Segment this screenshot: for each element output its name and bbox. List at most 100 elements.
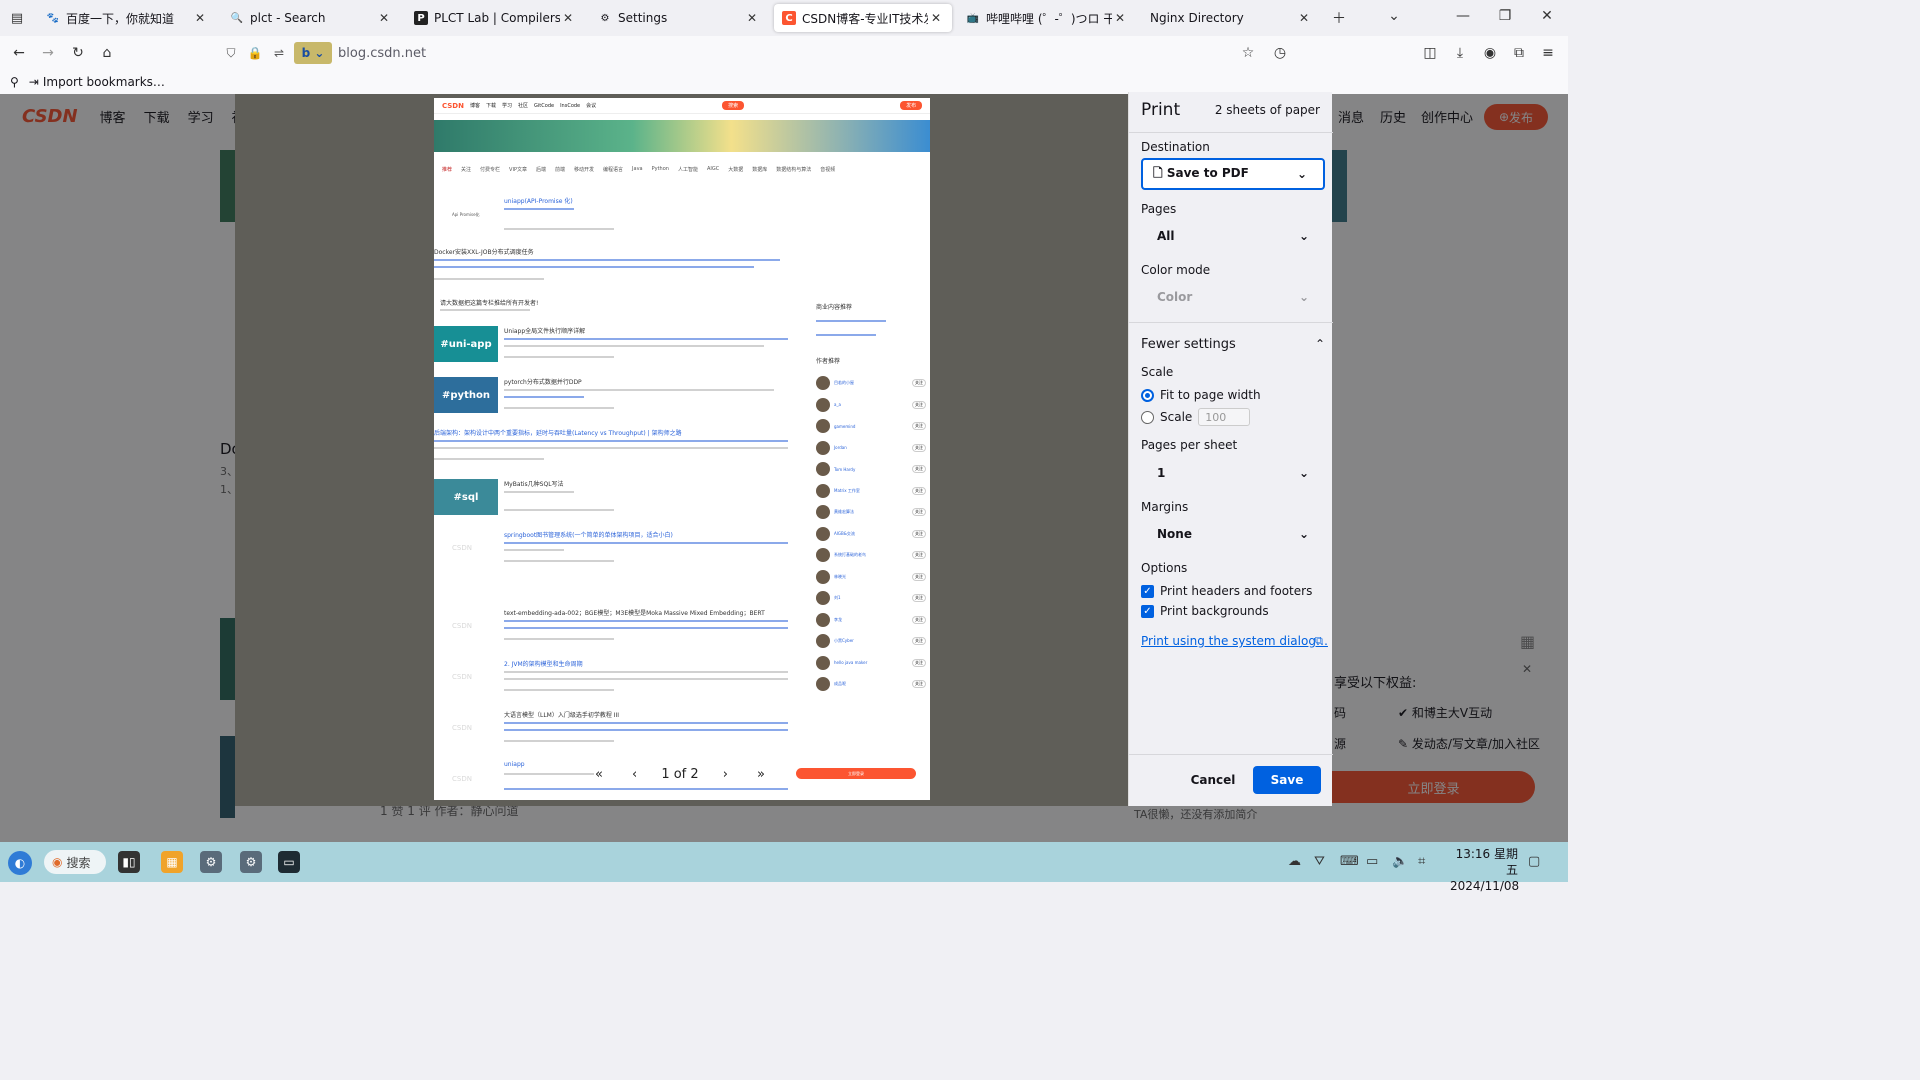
mini-author-row: Jordan 关注 <box>816 439 926 457</box>
avatar <box>816 655 830 670</box>
start-menu-icon[interactable]: ◐ <box>8 851 32 875</box>
multitask-view-icon[interactable]: ▮▯ <box>118 851 140 873</box>
close-icon[interactable]: ✕ <box>928 11 944 25</box>
radio-selected[interactable] <box>1141 388 1154 402</box>
margins-select[interactable]: None ⌄ <box>1141 518 1325 550</box>
mini-text-line <box>504 542 788 544</box>
destination-select[interactable]: 🗋 Save to PDF ⌄ <box>1141 158 1325 190</box>
mini-thumbnail: #python <box>434 377 498 413</box>
network-icon[interactable]: ⛛ <box>1314 854 1325 869</box>
pages-select[interactable]: All ⌄ <box>1141 220 1325 252</box>
keyboard-icon[interactable]: ⌨ <box>1340 854 1359 869</box>
next-page-icon[interactable]: › <box>716 767 734 782</box>
avatar <box>816 440 830 455</box>
tab-bilibili[interactable]: 📺 哔哩哔哩 (゜-゜)つロ 干杯~-bilibili ✕ <box>958 4 1136 32</box>
mini-follow-button: 关注 <box>912 594 926 602</box>
fit-to-width-option[interactable]: Fit to page width <box>1141 388 1261 402</box>
download-icon[interactable]: ⤓ <box>1450 43 1470 63</box>
import-bookmarks-link[interactable]: Import bookmarks… <box>43 75 165 89</box>
terminal-icon[interactable]: ▭ <box>278 851 300 873</box>
cancel-button[interactable]: Cancel <box>1189 766 1237 794</box>
home-icon[interactable]: ⌂ <box>97 43 117 63</box>
tab-csdn[interactable]: C CSDN博客-专业IT技术发表平台 ✕ <box>774 4 952 32</box>
tab-title: 哔哩哔哩 (゜-゜)つロ 干杯~-bilibili <box>986 11 1112 26</box>
previous-page-icon[interactable]: ‹ <box>626 767 644 782</box>
checkbox-checked[interactable]: ✓ <box>1141 604 1154 618</box>
pages-per-sheet-select[interactable]: 1 ⌄ <box>1141 457 1325 489</box>
menu-icon[interactable]: ≡ <box>1538 43 1558 63</box>
display-icon[interactable]: ▭ <box>1366 854 1378 869</box>
radio-unselected[interactable] <box>1141 410 1154 424</box>
color-mode-select[interactable]: Color ⌄ <box>1141 281 1325 313</box>
import-icon[interactable]: ⇥ <box>29 75 39 89</box>
file-manager-icon[interactable]: ▦ <box>161 851 183 873</box>
tab-nginx[interactable]: Nginx Directory ✕ <box>1142 4 1320 32</box>
chevron-up-icon[interactable]: ⌃ <box>1315 337 1325 351</box>
avatar <box>816 505 830 519</box>
mini-follow-button: 关注 <box>912 529 926 538</box>
chevron-down-icon[interactable]: ⌄ <box>1384 8 1404 28</box>
options-label: Options <box>1141 561 1188 575</box>
reload-icon[interactable]: ↻ <box>68 43 88 63</box>
tab-title: Nginx Directory <box>1150 11 1244 25</box>
window-close-icon[interactable]: ✕ <box>1537 8 1557 28</box>
forward-icon[interactable]: → <box>38 43 58 63</box>
mini-category: AIGC <box>706 166 720 172</box>
taskbar-search[interactable]: ◉ 搜索 <box>44 850 106 874</box>
back-icon[interactable]: ← <box>9 43 29 63</box>
account-icon[interactable]: ◉ <box>1480 43 1500 63</box>
lock-icon[interactable]: 🔒 <box>246 46 264 60</box>
pocket-icon[interactable]: ◫ <box>1420 43 1440 63</box>
minimize-icon[interactable]: — <box>1453 8 1473 28</box>
close-icon[interactable]: ✕ <box>744 11 760 25</box>
tab-settings[interactable]: ⚙ Settings ✕ <box>590 4 768 32</box>
gear-icon: ⚙ <box>600 12 610 24</box>
close-icon[interactable]: ✕ <box>1112 11 1128 25</box>
mini-author-name: 李龙 <box>834 616 842 622</box>
headers-footers-option[interactable]: ✓ Print headers and footers <box>1141 584 1312 598</box>
system-dialog-link[interactable]: Print using the system dialog… <box>1141 634 1328 648</box>
control-center-icon[interactable]: ⚙ <box>240 851 262 873</box>
new-tab-icon[interactable]: ＋ <box>1329 8 1349 28</box>
cloud-icon[interactable]: ☁ <box>1288 854 1301 869</box>
close-icon[interactable]: ✕ <box>376 11 392 25</box>
tab-plct[interactable]: P PLCT Lab | Compilers, Runtimes ✕ <box>406 4 584 32</box>
mini-category: Java <box>632 166 643 172</box>
notification-icon[interactable]: ▢ <box>1528 854 1540 869</box>
mini-text-line <box>504 620 788 622</box>
url-bar[interactable]: ⛉ 🔒 ⇌ b ⌄ blog.csdn.net <box>222 40 1222 66</box>
mini-follow-button: 关注 <box>912 486 926 495</box>
url-text[interactable]: blog.csdn.net <box>338 46 426 61</box>
backgrounds-option[interactable]: ✓ Print backgrounds <box>1141 604 1269 618</box>
fewer-settings-toggle[interactable]: Fewer settings <box>1141 337 1236 352</box>
scale-input[interactable]: 100 <box>1198 408 1251 426</box>
mini-text-line <box>504 722 788 724</box>
tab-search[interactable]: 🔍 plct - Search ✕ <box>222 4 400 32</box>
save-button[interactable]: Save <box>1253 766 1321 794</box>
search-engine-button[interactable]: b ⌄ <box>294 42 332 64</box>
extensions-icon[interactable]: ⧉ <box>1509 43 1529 63</box>
mini-category: 后端 <box>535 167 546 173</box>
bookmark-star-icon[interactable]: ☆ <box>1238 43 1258 63</box>
close-icon[interactable]: ✕ <box>192 11 208 25</box>
restore-icon[interactable]: ❐ <box>1495 8 1515 28</box>
checkbox-checked[interactable]: ✓ <box>1141 584 1154 598</box>
settings-icon[interactable]: ⚙ <box>200 851 222 873</box>
tab-baidu[interactable]: 🐾 百度一下，你就知道 ✕ <box>38 4 216 32</box>
clock[interactable]: 13:16 星期五 2024/11/08 <box>1450 846 1519 894</box>
shield-icon[interactable]: ⛉ <box>222 46 240 61</box>
user-icon[interactable]: ⚲ <box>10 75 19 89</box>
volume-icon[interactable]: 🔈 <box>1392 854 1408 869</box>
history-icon[interactable]: ◷ <box>1270 43 1290 63</box>
close-icon[interactable]: ✕ <box>1296 11 1312 25</box>
custom-scale-option[interactable]: Scale 100 <box>1141 408 1251 426</box>
permissions-icon[interactable]: ⇌ <box>270 46 288 60</box>
tab-list-icon[interactable]: ▤ <box>0 0 34 36</box>
mini-text-line <box>504 491 574 493</box>
close-icon[interactable]: ✕ <box>560 11 576 25</box>
first-page-icon[interactable]: « <box>590 767 608 782</box>
input-method-icon[interactable]: ⌗ <box>1418 854 1425 869</box>
external-link-icon: ⧉ <box>1315 634 1323 647</box>
last-page-icon[interactable]: » <box>752 767 770 782</box>
mini-follow-button: 关注 <box>912 379 926 387</box>
